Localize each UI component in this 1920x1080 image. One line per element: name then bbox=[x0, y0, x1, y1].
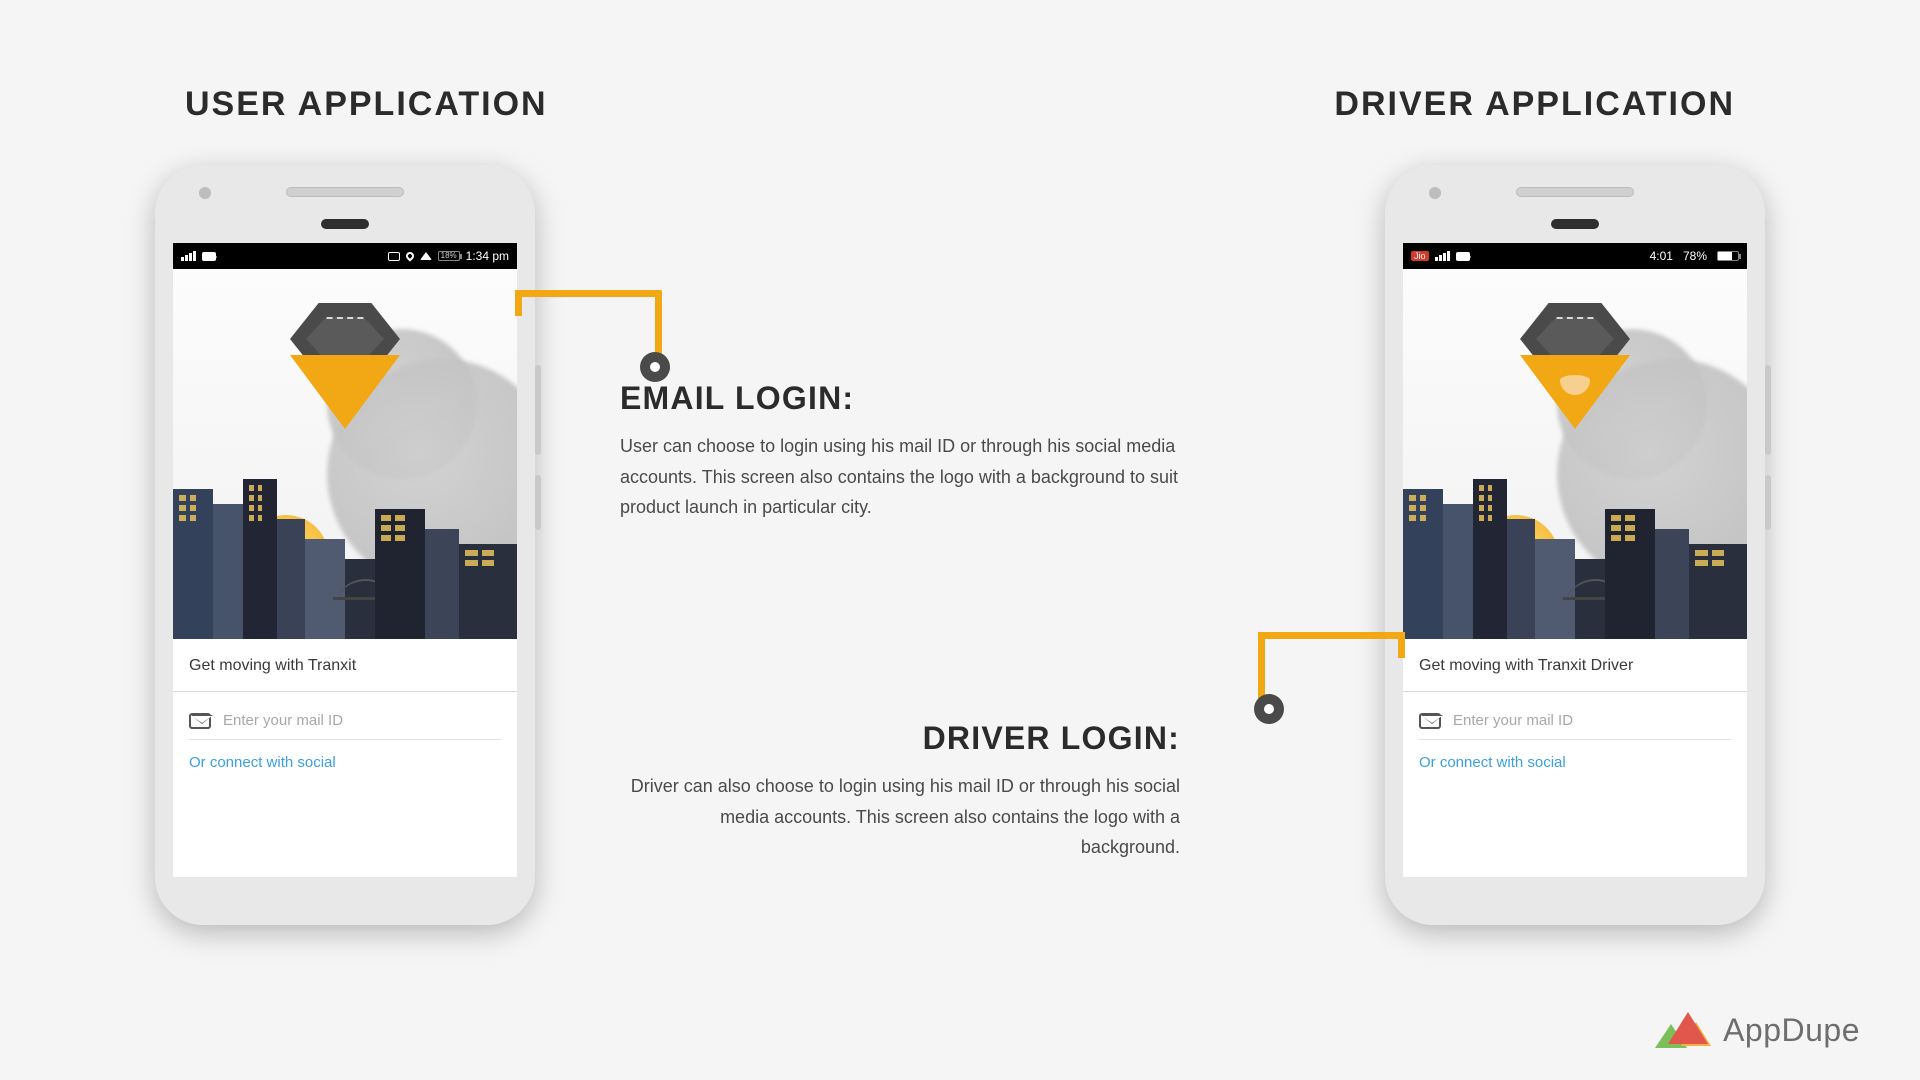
status-time: 1:34 pm bbox=[466, 249, 509, 263]
mail-icon bbox=[1419, 713, 1441, 729]
video-icon bbox=[202, 252, 216, 261]
user-app-heading: USER APPLICATION bbox=[185, 85, 548, 124]
user-hero-illustration bbox=[173, 269, 517, 639]
signal-icon bbox=[181, 251, 196, 261]
phone-sensor-icon bbox=[321, 219, 369, 229]
user-status-bar: 18% 1:34 pm bbox=[173, 243, 517, 269]
driver-login-title: DRIVER LOGIN: bbox=[620, 720, 1180, 757]
divider bbox=[1403, 691, 1747, 692]
driver-phone-mockup: Jio 4:01 78% bbox=[1385, 165, 1765, 925]
driver-app-heading: DRIVER APPLICATION bbox=[1334, 85, 1735, 124]
battery-percent: 18% bbox=[441, 251, 457, 260]
appdupe-name: AppDupe bbox=[1723, 1012, 1860, 1049]
tranxit-logo-icon bbox=[285, 303, 405, 443]
driver-phone-screen: Jio 4:01 78% bbox=[1403, 243, 1747, 877]
driver-status-bar: Jio 4:01 78% bbox=[1403, 243, 1747, 269]
location-icon bbox=[404, 250, 415, 261]
driver-login-callout: DRIVER LOGIN: Driver can also choose to … bbox=[620, 720, 1180, 863]
signal-icon bbox=[1435, 251, 1450, 261]
user-tagline: Get moving with Tranxit bbox=[189, 657, 501, 675]
callout-dot-icon bbox=[640, 352, 670, 382]
user-social-login-link[interactable]: Or connect with social bbox=[189, 740, 336, 785]
email-login-title: EMAIL LOGIN: bbox=[620, 380, 1180, 417]
driver-email-row[interactable] bbox=[1419, 702, 1731, 740]
cast-icon bbox=[388, 252, 400, 261]
driver-social-login-link[interactable]: Or connect with social bbox=[1419, 740, 1566, 785]
status-time: 4:01 bbox=[1650, 249, 1673, 263]
phone-sensor-icon bbox=[1551, 219, 1599, 229]
user-login-form: Get moving with Tranxit Or connect with … bbox=[173, 639, 517, 785]
user-email-row[interactable] bbox=[189, 702, 501, 740]
callout-connector-left bbox=[522, 290, 662, 362]
email-login-callout: EMAIL LOGIN: User can choose to login us… bbox=[620, 380, 1180, 523]
battery-icon: 18% bbox=[438, 251, 460, 261]
email-login-body: User can choose to login using his mail … bbox=[620, 431, 1180, 523]
mail-icon bbox=[189, 713, 211, 729]
callout-dot-icon bbox=[1254, 694, 1284, 724]
video-icon bbox=[1456, 252, 1470, 261]
battery-percent: 78% bbox=[1683, 249, 1707, 263]
appdupe-logo-icon bbox=[1655, 1010, 1711, 1050]
driver-email-input[interactable] bbox=[1453, 712, 1731, 729]
callout-connector-right bbox=[1258, 632, 1398, 704]
phone-side-button bbox=[1765, 475, 1771, 530]
driver-avatar-icon bbox=[1560, 365, 1590, 395]
driver-tagline: Get moving with Tranxit Driver bbox=[1419, 657, 1731, 675]
battery-icon bbox=[1717, 251, 1739, 261]
phone-side-button bbox=[535, 475, 541, 530]
divider bbox=[173, 691, 517, 692]
phone-speaker-icon bbox=[1516, 187, 1634, 197]
wifi-icon bbox=[420, 252, 432, 260]
carrier-label: Jio bbox=[1411, 251, 1429, 261]
appdupe-brand: AppDupe bbox=[1655, 1010, 1860, 1050]
tranxit-driver-logo-icon bbox=[1515, 303, 1635, 443]
user-phone-screen: 18% 1:34 pm bbox=[173, 243, 517, 877]
user-email-input[interactable] bbox=[223, 712, 501, 729]
driver-hero-illustration bbox=[1403, 269, 1747, 639]
user-phone-mockup: 18% 1:34 pm bbox=[155, 165, 535, 925]
driver-login-body: Driver can also choose to login using hi… bbox=[620, 771, 1180, 863]
phone-speaker-icon bbox=[286, 187, 404, 197]
driver-login-form: Get moving with Tranxit Driver Or connec… bbox=[1403, 639, 1747, 785]
